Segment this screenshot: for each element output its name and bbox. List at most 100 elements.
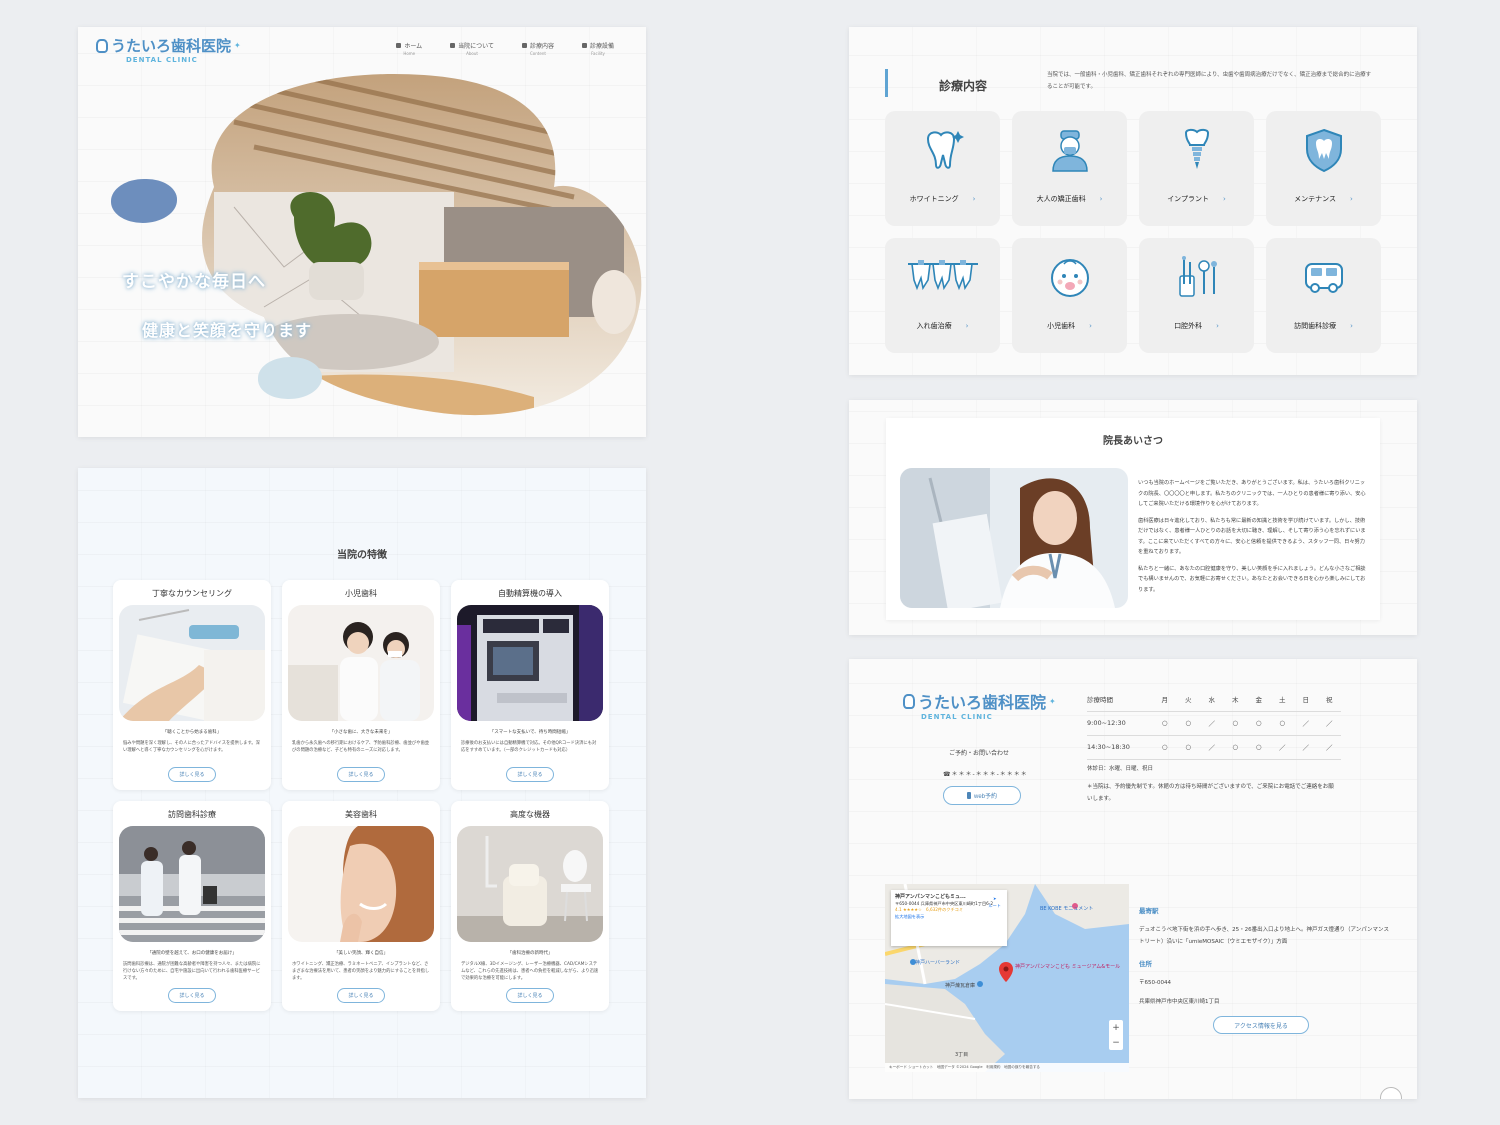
service-card-implant[interactable]: インプラント ›	[1139, 111, 1254, 226]
feature-quote: 「歯科治療の新時代」	[507, 951, 553, 956]
service-card-orthodontics[interactable]: 大人の矯正歯科 ›	[1012, 111, 1127, 226]
hours-mark: ○	[1270, 711, 1294, 736]
sparkle-icon: ✦	[1049, 696, 1056, 706]
greeting-paragraph: 歯科医療は日々進化しており、私たちも常に最新の知識と技術を学び続けています。しか…	[1138, 517, 1366, 556]
feature-image-home-visit	[119, 826, 265, 942]
hours-header: 診療時間	[1087, 687, 1153, 712]
zoom-in-icon[interactable]: +	[1112, 1023, 1120, 1033]
access-panel: うたいろ歯科医院 ✦ DENTAL CLINIC ご予約・お問い合わせ ☎＊＊＊…	[849, 659, 1417, 1099]
service-card-whitening[interactable]: ホワイトニング ›	[885, 111, 1000, 226]
service-card-oral-surgery[interactable]: 口腔外科 ›	[1139, 238, 1254, 353]
nav-content[interactable]: 診療内容 Content	[521, 41, 554, 56]
nav-facility[interactable]: 診療設備 Facility	[581, 41, 614, 56]
more-button[interactable]: 詳しく見る	[506, 988, 554, 1003]
hero-panel: うたいろ歯科医院 ✦ DENTAL CLINIC ホーム Home 当院について…	[78, 27, 646, 437]
more-button[interactable]: 詳しく見る	[168, 767, 216, 782]
phone-icon	[966, 792, 971, 799]
map-label: 神戸煉瓦倉庫	[945, 982, 975, 989]
service-label: 口腔外科	[1174, 322, 1203, 330]
hours-mark: ○	[1153, 711, 1177, 736]
baby-icon	[1050, 259, 1089, 297]
map-label: 神戸アンパンマンこども ミュージアム&モール	[1015, 963, 1120, 970]
access-info-button[interactable]: アクセス情報を見る	[1213, 1016, 1309, 1034]
day-header: 金	[1247, 687, 1271, 712]
clinic-logo[interactable]: うたいろ歯科医院 ✦ DENTAL CLINIC	[96, 35, 241, 64]
feature-image-equipment	[457, 826, 603, 942]
more-button[interactable]: 詳しく見る	[168, 988, 216, 1003]
time-slot: 14:30~18:30	[1087, 735, 1153, 760]
map-place-card: 神戸アンパンマンこどもミュ... 〒650-0044 兵庫県神戸市中央区東川崎町…	[891, 890, 1007, 946]
hours-mark: ／	[1270, 735, 1294, 760]
footer-logo[interactable]: うたいろ歯科医院 ✦ DENTAL CLINIC	[903, 689, 1056, 721]
more-button[interactable]: 詳しく見る	[506, 767, 554, 782]
more-button[interactable]: 詳しく見る	[337, 767, 385, 782]
map-enlarge-link[interactable]: 拡大地図を表示	[895, 914, 1003, 921]
tooth-logo-icon	[96, 38, 108, 53]
feature-card-auto-payment: 自動精算機の導入 「スマートな支払いで、待ち時間短縮」 診療後のお支払いには自動…	[451, 580, 609, 790]
feature-quote: 「通院の壁を越えて、お口の健康をお届け」	[147, 951, 237, 956]
services-grid: ホワイトニング › 大人の矯正歯科 › インプラント › メンテナンス › 入れ歯治療 ›…	[885, 111, 1381, 353]
time-slot: 9:00~12:30	[1087, 711, 1153, 736]
day-header: 祝	[1317, 687, 1341, 712]
scroll-top-button[interactable]	[1380, 1087, 1402, 1099]
day-header: 木	[1223, 687, 1247, 712]
map-route-link[interactable]: ➤ ルート	[988, 896, 1001, 909]
feature-card-home-visit: 訪問歯科診療 「通院の壁を越えて、お口の健康をお届け」 訪問歯科診療は、通院が困…	[113, 801, 271, 1011]
address-text: 兵庫県神戸市中央区東川崎1丁目	[1139, 999, 1220, 1005]
directions-icon: ➤	[992, 896, 997, 901]
feature-image-pediatric	[288, 605, 434, 721]
chevron-right-icon: ›	[965, 322, 969, 330]
nav-home[interactable]: ホーム Home	[396, 41, 422, 56]
sparkle-icon: ✦	[234, 41, 241, 50]
map-label: 神戸ハーバーランド	[915, 959, 960, 966]
service-card-maintenance[interactable]: メンテナンス ›	[1266, 111, 1381, 226]
hero-copy-line2: 健康と笑顔を守ります	[142, 321, 313, 340]
section-accent-bar	[885, 69, 888, 97]
hours-mark: ○	[1153, 735, 1177, 760]
home-icon	[396, 43, 402, 48]
service-card-home-visit[interactable]: 訪問歯科診療 ›	[1266, 238, 1381, 353]
nav-about[interactable]: 当院について About	[450, 41, 494, 56]
logo-name: うたいろ歯科医院	[918, 693, 1047, 712]
button-label: web予約	[973, 794, 997, 800]
phone-number[interactable]: ☎＊＊＊-＊＊＊-＊＊＊＊	[943, 769, 1028, 778]
feature-title: 小児歯科	[345, 589, 377, 598]
chevron-right-icon: ›	[1350, 322, 1353, 330]
feature-desc: 悩みや問題を深く理解し、その人に合ったアドバイスを提供します。深い理解へと導く丁…	[123, 741, 260, 753]
google-map[interactable]: 神戸ハーバーランド 神戸アンパンマンこども ミュージアム&モール BE KOBE…	[885, 884, 1129, 1072]
more-button[interactable]: 詳しく見る	[337, 988, 385, 1003]
nav-label: 当院について	[458, 43, 494, 50]
map-zoom-controls: + −	[1109, 1020, 1123, 1050]
feature-image-counseling	[119, 605, 265, 721]
service-card-denture[interactable]: 入れ歯治療 ›	[885, 238, 1000, 353]
dental-tools-icon	[1178, 256, 1217, 297]
greeting-card: 院長あいさつ いつも当院のホームページをご覧いただき、ありがとうございます。私は…	[886, 418, 1380, 620]
feature-title: 丁寧なカウンセリング	[152, 589, 232, 598]
feature-desc: 診療後のお支払いには自動精算機で対応。その他QRコード決済にも対応をすすめていま…	[461, 741, 597, 753]
greeting-title: 院長あいさつ	[1103, 436, 1163, 447]
chevron-right-icon: ›	[972, 195, 976, 203]
reserve-label: ご予約・お問い合わせ	[949, 750, 1010, 757]
chevron-right-icon: ›	[1350, 195, 1353, 203]
greeting-paragraph: 私たちと一緒に、あなたの口腔健康を守り、美しい笑顔を手に入れましょう。どんな小さ…	[1138, 565, 1366, 593]
chevron-right-icon: ›	[1089, 322, 1092, 330]
feature-card-counseling: 丁寧なカウンセリング 「聴くことから始まる歯科」 悩みや問題を深く理解し、その人…	[113, 580, 271, 790]
service-label: ホワイトニング	[909, 195, 959, 203]
zoom-out-icon[interactable]: −	[1112, 1038, 1120, 1048]
feature-title: 訪問歯科診療	[168, 810, 216, 819]
director-photo	[900, 468, 1128, 608]
map-footer: キーボード ショートカット 地図データ ©2024 Google 利用規約 地図…	[885, 1063, 1129, 1072]
station-heading: 最寄駅	[1139, 907, 1159, 915]
feature-title: 自動精算機の導入	[498, 589, 562, 598]
feature-image-payment-machine	[457, 605, 603, 721]
web-reservation-button[interactable]: web予約	[943, 786, 1021, 805]
address-heading: 住所	[1139, 960, 1152, 968]
service-card-pediatric[interactable]: 小児歯科 ›	[1012, 238, 1127, 353]
greeting-panel: 院長あいさつ いつも当院のホームページをご覧いただき、ありがとうございます。私は…	[849, 400, 1417, 635]
services-title: 診療内容	[939, 79, 988, 93]
reservation-note: ＊当院は、予約優先制です。休館の方は待ち時間がございますので、ご来院にお電話でご…	[1087, 784, 1334, 802]
hours-mark: ○	[1223, 735, 1247, 760]
logo-name: うたいろ歯科医院	[111, 37, 232, 55]
day-header: 日	[1294, 687, 1318, 712]
hours-mark: ○	[1176, 735, 1200, 760]
